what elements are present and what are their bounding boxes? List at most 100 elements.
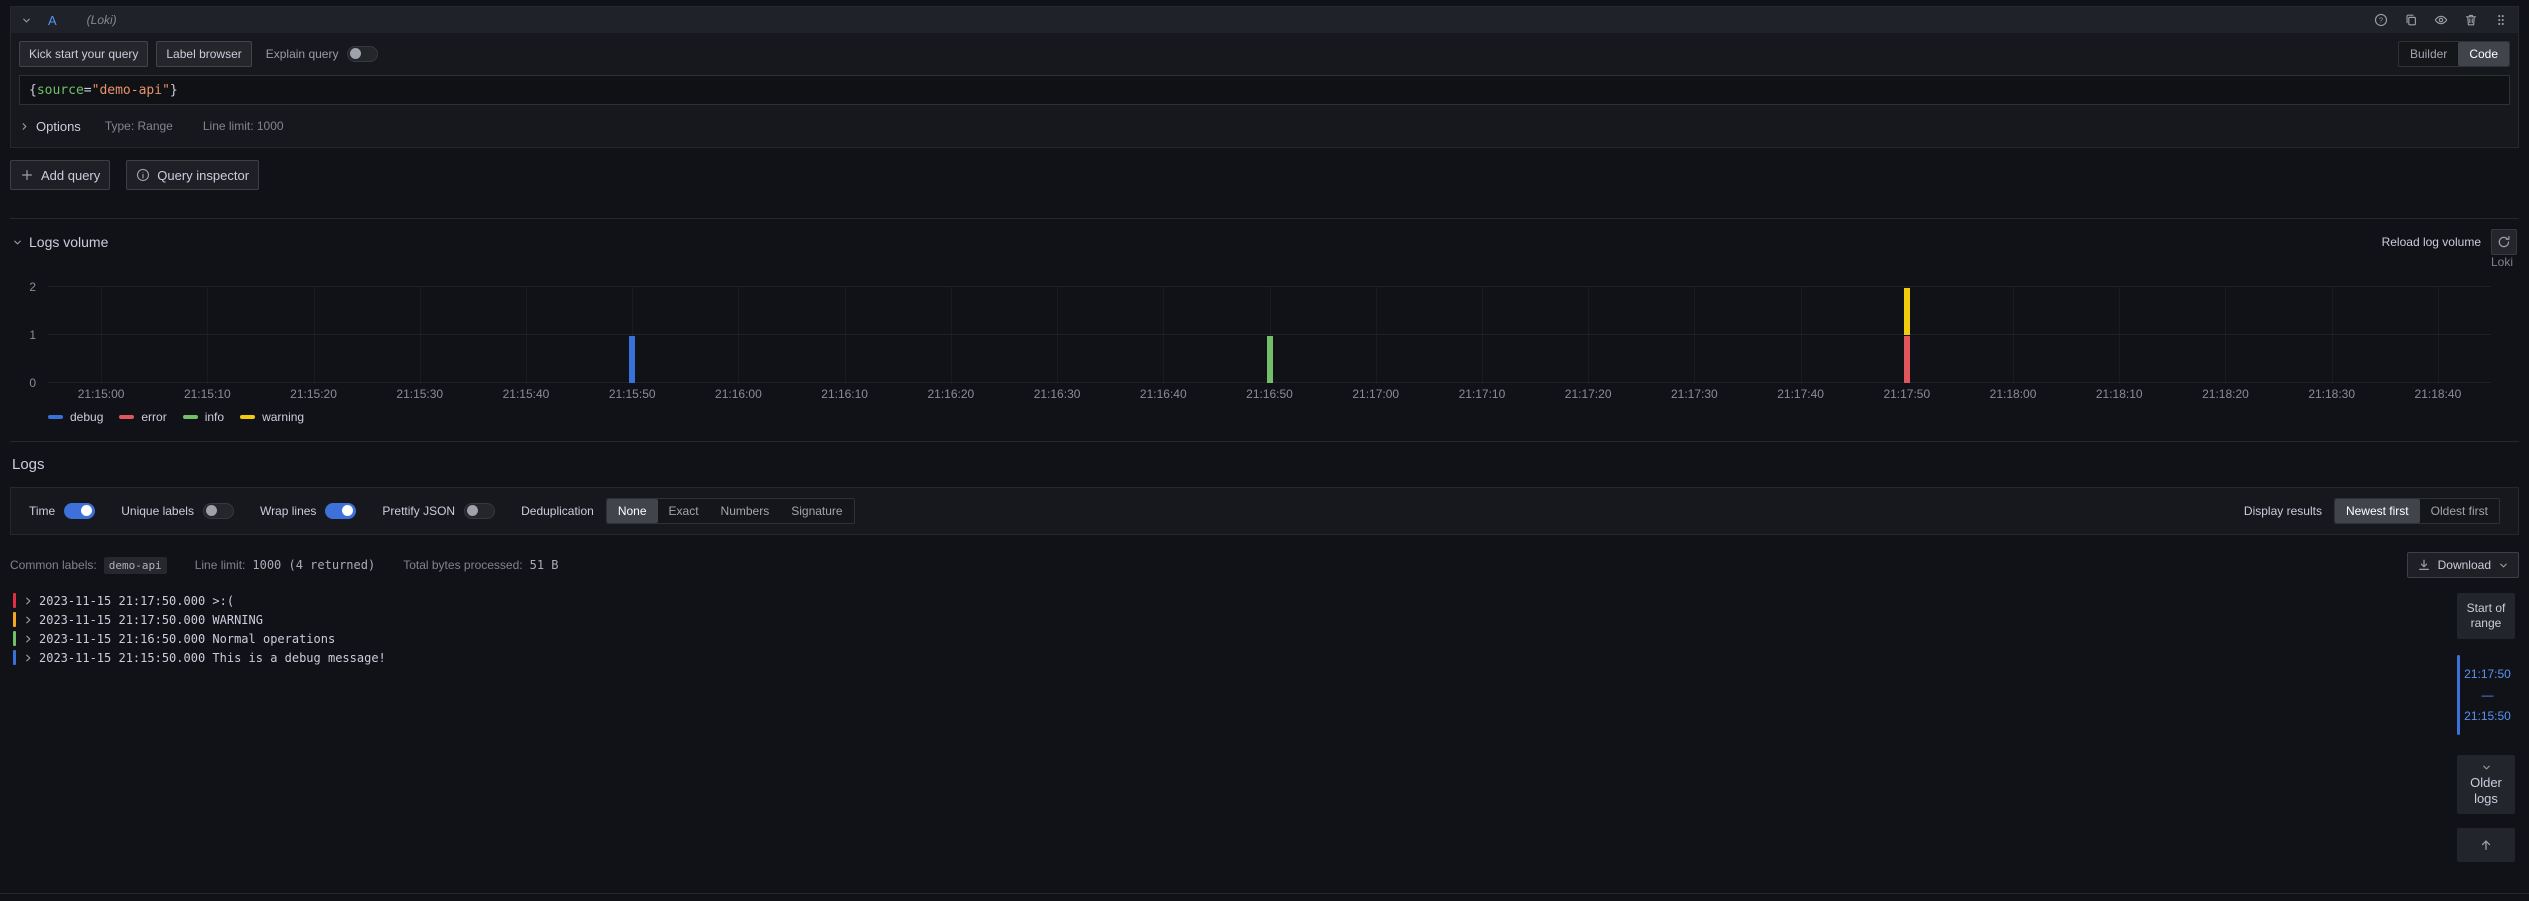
mode-option-code[interactable]: Code bbox=[2458, 42, 2509, 66]
plus-icon bbox=[20, 168, 34, 182]
log-row-warning[interactable]: 2023-11-15 21:17:50.000 WARNING bbox=[10, 610, 2419, 629]
expand-log-chevron-icon[interactable] bbox=[23, 634, 33, 644]
common-labels-value: demo-api bbox=[104, 557, 167, 574]
range-to-time: 21:15:50 bbox=[2464, 709, 2511, 723]
toggle-time[interactable] bbox=[64, 503, 95, 519]
query-inspector-button[interactable]: Query inspector bbox=[126, 160, 259, 190]
result-order-options: Newest firstOldest first bbox=[2334, 498, 2500, 524]
log-row-info[interactable]: 2023-11-15 21:16:50.000 Normal operation… bbox=[10, 629, 2419, 648]
x-axis-tick-label: 21:16:20 bbox=[927, 387, 974, 401]
mode-option-builder[interactable]: Builder bbox=[2399, 42, 2458, 66]
grid-line-vertical bbox=[2013, 287, 2014, 383]
log-row-debug[interactable]: 2023-11-15 21:15:50.000 This is a debug … bbox=[10, 648, 2419, 667]
download-button[interactable]: Download bbox=[2407, 552, 2519, 578]
x-axis-tick-label: 21:15:30 bbox=[396, 387, 443, 401]
explore-page: A (Loki) ? bbox=[0, 0, 2529, 901]
y-axis: 012 bbox=[10, 287, 40, 383]
toggle-prettify-json[interactable] bbox=[464, 503, 495, 519]
common-labels-label: Common labels: bbox=[10, 558, 97, 572]
order-option-newest-first[interactable]: Newest first bbox=[2335, 499, 2420, 523]
legend-item-info[interactable]: info bbox=[183, 410, 224, 424]
control-label: Unique labels bbox=[121, 504, 194, 518]
x-axis-tick-label: 21:15:40 bbox=[503, 387, 550, 401]
grid-line-vertical bbox=[1163, 287, 1164, 383]
x-axis-tick-label: 21:15:10 bbox=[184, 387, 231, 401]
log-line-text: 2023-11-15 21:15:50.000 This is a debug … bbox=[39, 651, 386, 665]
chart-plot-area bbox=[48, 287, 2491, 383]
log-line-text: 2023-11-15 21:17:50.000 >:( bbox=[39, 594, 234, 608]
duplicate-query-icon[interactable] bbox=[2404, 13, 2418, 27]
legend-item-warning[interactable]: warning bbox=[240, 410, 304, 424]
logql-query-input[interactable]: {source="demo-api"} bbox=[19, 75, 2510, 105]
expand-log-chevron-icon[interactable] bbox=[23, 615, 33, 625]
toggle-wrap-lines[interactable] bbox=[325, 503, 356, 519]
svg-text:?: ? bbox=[2379, 16, 2383, 25]
query-token: = bbox=[84, 83, 92, 98]
bytes-processed-value: 51 B bbox=[530, 558, 559, 572]
arrow-up-icon bbox=[2479, 838, 2493, 852]
chart-legend: debug error info warning bbox=[48, 409, 2519, 425]
expand-log-chevron-icon[interactable] bbox=[23, 653, 33, 663]
info-circle-icon bbox=[136, 168, 150, 182]
current-range-indicator: 21:17:50 — 21:15:50 bbox=[2457, 655, 2515, 735]
query-token-label: source bbox=[37, 83, 84, 98]
help-icon[interactable]: ? bbox=[2374, 13, 2388, 27]
label-browser-button[interactable]: Label browser bbox=[156, 41, 251, 67]
y-axis-tick-label: 0 bbox=[29, 377, 36, 389]
logs-volume-title: Logs volume bbox=[29, 234, 108, 250]
download-icon bbox=[2417, 558, 2431, 572]
reload-log-volume-button[interactable] bbox=[2491, 229, 2517, 255]
add-query-button[interactable]: Add query bbox=[10, 160, 110, 190]
x-axis-tick-label: 21:15:00 bbox=[78, 387, 125, 401]
query-inspector-label: Query inspector bbox=[157, 168, 249, 183]
x-axis-tick-label: 21:15:50 bbox=[609, 387, 656, 401]
legend-swatch-info bbox=[183, 415, 198, 419]
dedup-option-signature[interactable]: Signature bbox=[780, 499, 853, 523]
collapse-chevron-icon[interactable] bbox=[21, 15, 32, 26]
deduplication-options: NoneExactNumbersSignature bbox=[606, 498, 855, 524]
log-toggle-controls: TimeUnique labelsWrap linesPrettify JSON bbox=[29, 503, 521, 519]
grid-line-vertical bbox=[2332, 287, 2333, 383]
query-options-collapse[interactable]: Options Type: Range Line limit: 1000 bbox=[19, 113, 2510, 139]
dedup-option-numbers[interactable]: Numbers bbox=[710, 499, 781, 523]
query-token: } bbox=[170, 83, 178, 98]
expand-log-chevron-icon[interactable] bbox=[23, 596, 33, 606]
explain-query-toggle[interactable] bbox=[347, 46, 378, 62]
query-actions-row: Add query Query inspector bbox=[10, 160, 2519, 190]
legend-item-error[interactable]: error bbox=[119, 410, 166, 424]
deduplication-control: Deduplication NoneExactNumbersSignature bbox=[521, 498, 854, 524]
control-time: Time bbox=[29, 503, 95, 519]
log-level-indicator-error bbox=[13, 593, 16, 608]
legend-item-debug[interactable]: debug bbox=[48, 410, 103, 424]
query-panel-body: Kick start your query Label browser Expl… bbox=[11, 33, 2518, 147]
scroll-to-top-button[interactable] bbox=[2457, 828, 2515, 862]
log-line-text: 2023-11-15 21:16:50.000 Normal operation… bbox=[39, 632, 335, 646]
grid-line-vertical bbox=[1588, 287, 1589, 383]
toggle-knob bbox=[467, 505, 478, 516]
volume-bar-error bbox=[1904, 336, 1910, 383]
query-row-header[interactable]: A (Loki) ? bbox=[11, 7, 2518, 33]
dedup-option-none[interactable]: None bbox=[607, 499, 658, 523]
log-row-error[interactable]: 2023-11-15 21:17:50.000 >:( bbox=[10, 591, 2419, 610]
x-axis-tick-label: 21:16:00 bbox=[715, 387, 762, 401]
drag-handle-icon[interactable] bbox=[2494, 13, 2508, 27]
display-results-control: Display results Newest firstOldest first bbox=[2244, 498, 2500, 524]
dedup-option-exact[interactable]: Exact bbox=[658, 499, 710, 523]
reload-log-volume-label: Reload log volume bbox=[2382, 235, 2481, 249]
logs-options-bar: TimeUnique labelsWrap linesPrettify JSON… bbox=[10, 487, 2519, 535]
kick-start-query-button[interactable]: Kick start your query bbox=[19, 41, 148, 67]
volume-bar-warning bbox=[1904, 288, 1910, 335]
options-line-limit: Line limit: 1000 bbox=[203, 119, 284, 133]
grid-line-vertical bbox=[2225, 287, 2226, 383]
x-axis-tick-label: 21:18:00 bbox=[1990, 387, 2037, 401]
older-logs-button[interactable]: Older logs bbox=[2457, 755, 2515, 814]
toggle-visibility-icon[interactable] bbox=[2434, 13, 2448, 27]
log-line-text: 2023-11-15 21:17:50.000 WARNING bbox=[39, 613, 263, 627]
toggle-unique-labels[interactable] bbox=[203, 503, 234, 519]
x-axis-tick-label: 21:16:10 bbox=[821, 387, 868, 401]
x-axis-tick-label: 21:15:20 bbox=[290, 387, 337, 401]
collapse-chevron-icon[interactable] bbox=[12, 237, 23, 248]
order-option-oldest-first[interactable]: Oldest first bbox=[2420, 499, 2499, 523]
remove-query-icon[interactable] bbox=[2464, 13, 2478, 27]
start-of-range-button[interactable]: Start of range bbox=[2457, 593, 2515, 639]
